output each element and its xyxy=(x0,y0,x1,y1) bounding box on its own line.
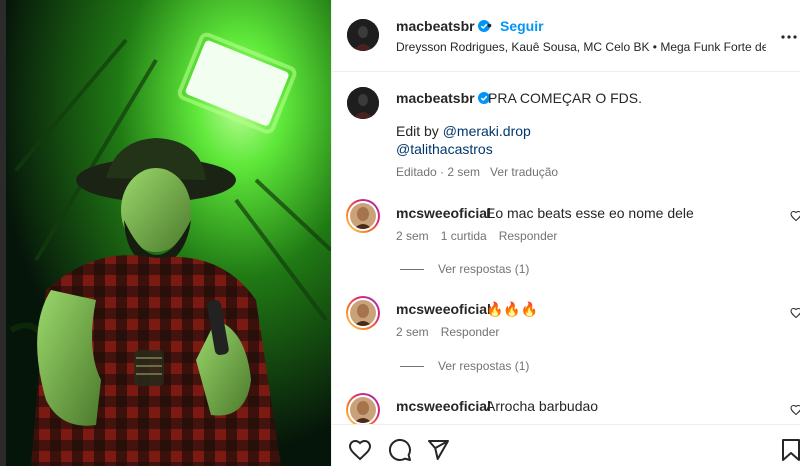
comment-like-heart-icon[interactable] xyxy=(790,307,800,319)
reply-button[interactable]: Responder xyxy=(499,229,558,243)
view-replies-button[interactable]: Ver respostas (1) xyxy=(400,262,529,276)
comment-timestamp: 2 sem xyxy=(396,229,429,243)
post-action-bar xyxy=(332,424,800,466)
caption-author-avatar[interactable] xyxy=(347,87,379,119)
send-icon[interactable] xyxy=(426,438,450,462)
author-username[interactable]: macbeatsbr xyxy=(396,18,490,34)
comment-username[interactable]: mcsweeoficial xyxy=(396,301,491,317)
more-horizontal-icon[interactable] xyxy=(780,34,798,40)
comment-like-heart-icon[interactable] xyxy=(790,210,800,222)
header-separator: • xyxy=(487,17,492,33)
audio-attribution[interactable]: Dreysson Rodrigues, Kauê Sousa, MC Celo … xyxy=(396,40,766,54)
comment-text: Arrocha barbudao xyxy=(486,398,599,414)
performer-photo xyxy=(6,0,331,466)
commenter-avatar[interactable] xyxy=(346,393,380,427)
caption-meta: Editado · 2 sem Ver tradução xyxy=(396,165,568,179)
caption-edit-line: Edit by @meraki.drop xyxy=(396,123,531,139)
caption-mention-line: @talithacastros xyxy=(396,141,493,157)
comment-username[interactable]: mcsweeoficial xyxy=(396,398,491,414)
author-avatar[interactable] xyxy=(347,19,379,51)
comment-like-heart-icon[interactable] xyxy=(790,404,800,416)
caption-username[interactable]: macbeatsbr xyxy=(396,90,490,106)
comment-username[interactable]: mcsweeoficial xyxy=(396,205,491,221)
comment-likes-count[interactable]: 1 curtida xyxy=(441,229,487,243)
mention-link[interactable]: @meraki.drop xyxy=(443,123,531,139)
author-username-text[interactable]: macbeatsbr xyxy=(396,18,475,34)
caption-edit-prefix: Edit by xyxy=(396,123,443,139)
view-replies-label[interactable]: Ver respostas (1) xyxy=(438,262,529,276)
mention-link[interactable]: @talithacastros xyxy=(396,141,493,157)
post-header: macbeatsbr • Seguir Dreysson Rodrigues, … xyxy=(332,0,800,72)
commenter-avatar[interactable] xyxy=(346,296,380,330)
comment-meta: 2 sem 1 curtida Responder xyxy=(396,229,569,243)
caption-text: PRA COMEÇAR O FDS. xyxy=(488,90,643,106)
caption-edited-timestamp: Editado · 2 sem xyxy=(396,165,481,179)
heart-icon[interactable] xyxy=(348,438,372,462)
comment-timestamp: 2 sem xyxy=(396,325,429,339)
see-translation-link[interactable]: Ver tradução xyxy=(490,165,558,179)
commenter-avatar[interactable] xyxy=(346,199,380,233)
comment-meta: 2 sem Responder xyxy=(396,325,511,339)
comment-text: Eo mac beats esse eo nome dele xyxy=(486,205,694,221)
reply-button[interactable]: Responder xyxy=(441,325,500,339)
replies-divider-line xyxy=(400,366,424,368)
post-details-panel: macbeatsbr • Seguir Dreysson Rodrigues, … xyxy=(331,0,800,466)
comment-icon[interactable] xyxy=(388,438,412,462)
view-replies-label[interactable]: Ver respostas (1) xyxy=(438,359,529,373)
view-replies-button[interactable]: Ver respostas (1) xyxy=(400,359,529,373)
bookmark-icon[interactable] xyxy=(779,438,800,462)
caption-username-text[interactable]: macbeatsbr xyxy=(396,90,475,106)
replies-divider-line xyxy=(400,269,424,271)
follow-button[interactable]: Seguir xyxy=(500,18,544,34)
post-media-image[interactable] xyxy=(6,0,331,466)
comment-text-fire-emojis: 🔥🔥🔥 xyxy=(486,301,539,317)
